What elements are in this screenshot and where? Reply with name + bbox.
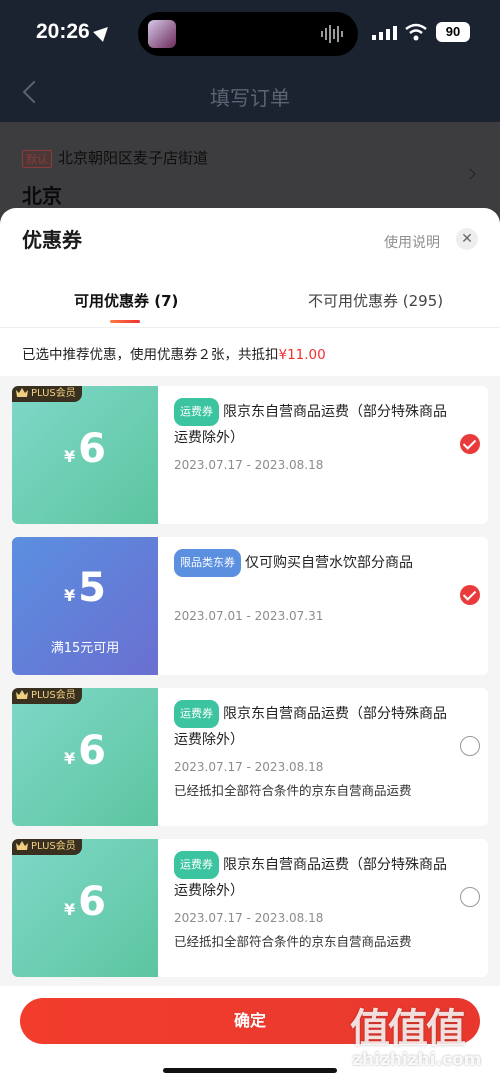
watermark-text: zhizhizhi.com bbox=[352, 1050, 482, 1070]
currency-symbol: ¥ bbox=[64, 749, 76, 768]
coupon-tabs: 可用优惠券 (7) 不可用优惠券 (295) bbox=[0, 276, 500, 324]
coupon-select-checkbox[interactable] bbox=[460, 434, 480, 454]
coupon-amount: ¥6 bbox=[12, 728, 158, 774]
coupon-validity: 2023.07.17 - 2023.08.18 bbox=[174, 760, 324, 774]
audio-wave-icon bbox=[321, 25, 343, 43]
coupon-list[interactable]: PLUS会员 ¥6 运费券 限京东自营商品运费（部分特殊商品运费除外） 2023.… bbox=[0, 376, 500, 986]
divider bbox=[0, 327, 500, 328]
coupon-details: 运费券 限京东自营商品运费（部分特殊商品运费除外） 2023.07.17 - 20… bbox=[172, 386, 488, 524]
plus-member-badge: PLUS会员 bbox=[12, 386, 82, 402]
coupon-details: 运费券 限京东自营商品运费（部分特殊商品运费除外） 2023.07.17 - 20… bbox=[172, 839, 488, 977]
default-address-badge: 默认 bbox=[22, 150, 52, 168]
discount-summary: 已选中推荐优惠，使用优惠券２张，共抵扣¥11.00 bbox=[22, 343, 326, 363]
plus-member-badge: PLUS会员 bbox=[12, 688, 82, 704]
coupon-amount: ¥6 bbox=[12, 879, 158, 925]
coupon-note: 已经抵扣全部符合条件的京东自营商品运费 bbox=[174, 783, 412, 798]
address-city: 北京 bbox=[22, 184, 62, 208]
coupon-amount-value: 6 bbox=[78, 879, 106, 925]
coupon-description: 运费券 限京东自营商品运费（部分特殊商品运费除外） bbox=[174, 700, 450, 752]
status-bar: 20:26 90 bbox=[0, 0, 500, 68]
usage-help-link[interactable]: 使用说明 bbox=[384, 232, 440, 252]
album-art-icon bbox=[148, 20, 176, 48]
coupon-details: 限品类东券 仅可购买自营水饮部分商品 2023.07.01 - 2023.07.3… bbox=[172, 537, 488, 675]
currency-symbol: ¥ bbox=[64, 900, 76, 919]
home-indicator[interactable] bbox=[163, 1068, 337, 1073]
coupon-amount: ¥5 bbox=[12, 565, 158, 611]
clock-time: 20:26 bbox=[36, 20, 90, 43]
coupon-card[interactable]: PLUS会员 ¥6 运费券 限京东自营商品运费（部分特殊商品运费除外） 2023.… bbox=[12, 839, 488, 977]
coupon-value-panel: PLUS会员 ¥6 bbox=[12, 386, 158, 524]
coupon-description: 限品类东券 仅可购买自营水饮部分商品 bbox=[174, 549, 450, 577]
page-title: 填写订单 bbox=[210, 86, 290, 110]
coupon-amount-value: 6 bbox=[78, 728, 106, 774]
plus-badge-label: PLUS会员 bbox=[31, 690, 76, 701]
coupon-value-panel: PLUS会员 ¥6 bbox=[12, 839, 158, 977]
page-nav-bar: 填写订单 bbox=[0, 68, 500, 122]
watermark-logo: 值值值 bbox=[350, 1006, 466, 1052]
coupon-select-checkbox[interactable] bbox=[460, 887, 480, 907]
battery-icon: 90 bbox=[436, 22, 470, 42]
crown-icon bbox=[16, 841, 28, 850]
coupon-value-panel: ¥5 满15元可用 bbox=[12, 537, 158, 675]
currency-symbol: ¥ bbox=[64, 586, 76, 605]
coupon-validity: 2023.07.17 - 2023.08.18 bbox=[174, 458, 324, 472]
crown-icon bbox=[16, 690, 28, 699]
coupon-description: 运费券 限京东自营商品运费（部分特殊商品运费除外） bbox=[174, 851, 450, 903]
coupon-description: 运费券 限京东自营商品运费（部分特殊商品运费除外） bbox=[174, 398, 450, 450]
coupon-details: 运费券 限京东自营商品运费（部分特殊商品运费除外） 2023.07.17 - 20… bbox=[172, 688, 488, 826]
coupon-amount-value: 5 bbox=[78, 565, 106, 611]
coupon-select-checkbox[interactable] bbox=[460, 736, 480, 756]
summary-amount: ¥11.00 bbox=[278, 347, 326, 363]
plus-badge-label: PLUS会员 bbox=[31, 388, 76, 399]
summary-text: 已选中推荐优惠，使用优惠券２张，共抵扣 bbox=[22, 347, 279, 363]
chevron-right-icon bbox=[464, 168, 476, 180]
signal-icon bbox=[372, 26, 397, 40]
plus-member-badge: PLUS会员 bbox=[12, 839, 82, 855]
active-tab-indicator bbox=[110, 320, 140, 323]
coupon-card[interactable]: PLUS会员 ¥6 运费券 限京东自营商品运费（部分特殊商品运费除外） 2023.… bbox=[12, 386, 488, 524]
coupon-sheet: 优惠券 使用说明 ✕ 可用优惠券 (7) 不可用优惠券 (295) 已选中推荐优… bbox=[0, 208, 500, 1084]
dynamic-island[interactable] bbox=[138, 12, 358, 56]
coupon-select-checkbox[interactable] bbox=[460, 585, 480, 605]
coupon-type-tag: 运费券 bbox=[174, 851, 219, 879]
coupon-type-tag: 限品类东券 bbox=[174, 549, 241, 577]
coupon-value-panel: PLUS会员 ¥6 bbox=[12, 688, 158, 826]
tab-unavailable[interactable]: 不可用优惠券 (295) bbox=[308, 290, 443, 311]
sheet-title: 优惠券 bbox=[22, 228, 82, 252]
location-icon bbox=[93, 22, 113, 42]
close-button[interactable]: ✕ bbox=[456, 228, 478, 250]
coupon-type-tag: 运费券 bbox=[174, 398, 219, 426]
coupon-note: 已经抵扣全部符合条件的京东自营商品运费 bbox=[174, 934, 412, 949]
address-line: 北京朝阳区麦子店街道 bbox=[58, 149, 209, 167]
site-watermark: 值值值 zhizhizhi.com bbox=[348, 994, 498, 1080]
coupon-card[interactable]: ¥5 满15元可用 限品类东券 仅可购买自营水饮部分商品 2023.07.01 -… bbox=[12, 537, 488, 675]
coupon-validity: 2023.07.17 - 2023.08.18 bbox=[174, 911, 324, 925]
tab-available[interactable]: 可用优惠券 (7) bbox=[74, 290, 178, 311]
coupon-type-tag: 运费券 bbox=[174, 700, 219, 728]
coupon-card[interactable]: PLUS会员 ¥6 运费券 限京东自营商品运费（部分特殊商品运费除外） 2023.… bbox=[12, 688, 488, 826]
currency-symbol: ¥ bbox=[64, 447, 76, 466]
coupon-amount: ¥6 bbox=[12, 426, 158, 472]
coupon-amount-value: 6 bbox=[78, 426, 106, 472]
coupon-desc-text: 仅可购买自营水饮部分商品 bbox=[245, 555, 413, 571]
plus-badge-label: PLUS会员 bbox=[31, 841, 76, 852]
coupon-validity: 2023.07.01 - 2023.07.31 bbox=[174, 609, 324, 623]
coupon-condition: 满15元可用 bbox=[50, 641, 120, 656]
wifi-icon bbox=[405, 23, 427, 41]
crown-icon bbox=[16, 388, 28, 397]
